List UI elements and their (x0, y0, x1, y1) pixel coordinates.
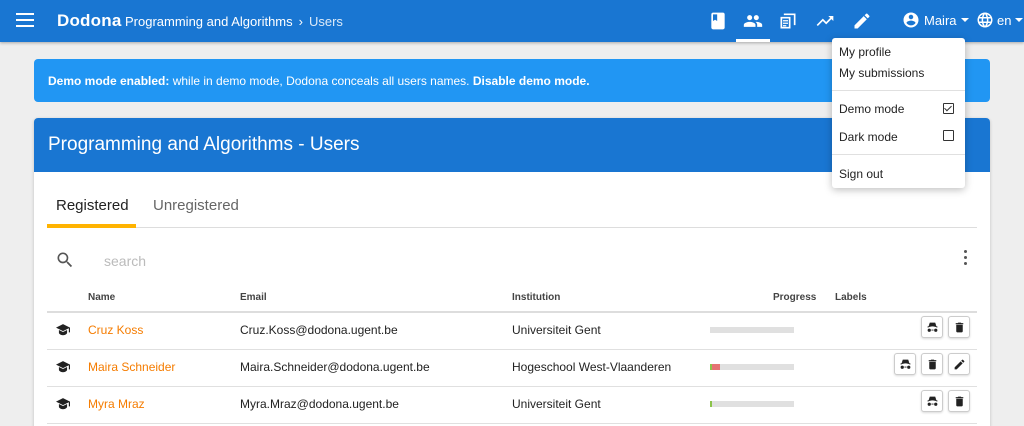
trending-icon[interactable] (815, 11, 835, 31)
graduation-cap-icon (56, 323, 70, 336)
user-name-link[interactable]: Myra Mraz (88, 397, 145, 411)
user-name: Maira (924, 12, 957, 28)
delete-button[interactable] (948, 316, 970, 338)
breadcrumb: Programming and Algorithms › Users (125, 14, 343, 29)
pencil-icon (954, 359, 964, 369)
language-label: en (997, 12, 1012, 28)
progress-bar (710, 327, 794, 333)
trash-icon (955, 396, 963, 406)
book-icon[interactable] (708, 11, 728, 31)
breadcrumb-current: Users (308, 14, 343, 29)
incognito-icon (899, 359, 911, 369)
user-institution: Universiteit Gent (512, 323, 601, 337)
menu-item-dark-mode[interactable]: Dark mode (839, 130, 898, 144)
column-header-progress: Progress (773, 292, 817, 303)
progress-wrong (711, 364, 721, 370)
top-bar: Dodona Programming and Algorithms › Users … (0, 0, 1024, 42)
trash-icon (928, 359, 936, 369)
delete-button[interactable] (921, 353, 943, 375)
tabs: Registered Unregistered (47, 188, 977, 228)
user-name-link[interactable]: Cruz Koss (88, 323, 143, 337)
globe-icon (977, 12, 993, 28)
account-circle-icon (903, 12, 919, 28)
user-menu-toggle[interactable]: Maira (902, 11, 969, 29)
active-tab-indicator (47, 224, 136, 228)
menu-divider (832, 90, 965, 91)
table-row: Cruz Koss Cruz.Koss@dodona.ugent.be Univ… (47, 312, 977, 349)
pencil-icon[interactable] (852, 11, 872, 31)
search-icon (55, 250, 75, 270)
hamburger-menu-icon[interactable] (16, 13, 34, 27)
row-divider (47, 423, 977, 424)
menu-divider (832, 154, 965, 155)
trash-icon (955, 322, 963, 332)
incognito-icon (926, 322, 938, 332)
language-toggle[interactable]: en (976, 11, 1024, 29)
progress-bar (710, 401, 794, 407)
impersonate-button[interactable] (921, 390, 943, 412)
chevron-right-icon: › (298, 14, 303, 29)
more-options-icon[interactable] (962, 250, 968, 268)
graduation-cap-icon (56, 397, 70, 410)
user-institution: Hogeschool West-Vlaanderen (512, 360, 672, 374)
edit-button[interactable] (948, 353, 970, 375)
menu-item-sign-out[interactable]: Sign out (839, 167, 883, 181)
table-row: Maira Schneider Maira.Schneider@dodona.u… (47, 349, 977, 386)
user-institution: Universiteit Gent (512, 397, 601, 411)
column-header-institution[interactable]: Institution (512, 292, 560, 303)
menu-item-demo-mode[interactable]: Demo mode (839, 102, 904, 116)
active-nav-indicator (736, 39, 770, 42)
people-icon[interactable] (743, 11, 763, 31)
user-email: Maira.Schneider@dodona.ugent.be (240, 360, 430, 374)
caret-down-icon (960, 18, 969, 22)
alert-text: while in demo mode, Dodona conceals all … (169, 74, 473, 88)
user-dropdown-menu: My profile My submissions Demo mode Dark… (832, 38, 965, 188)
disable-demo-mode-link[interactable]: Disable demo mode. (473, 74, 590, 88)
menu-item-my-submissions[interactable]: My submissions (839, 66, 924, 80)
delete-button[interactable] (948, 390, 970, 412)
column-header-labels: Labels (835, 292, 867, 303)
alert-strong-prefix: Demo mode enabled: (48, 74, 170, 88)
progress-correct (710, 401, 712, 407)
incognito-icon (926, 396, 938, 406)
user-name-link[interactable]: Maira Schneider (88, 360, 175, 374)
progress-bar (710, 364, 794, 370)
menu-item-my-profile[interactable]: My profile (839, 45, 891, 59)
submissions-icon[interactable] (778, 11, 798, 31)
table-row: Myra Mraz Myra.Mraz@dodona.ugent.be Univ… (47, 386, 977, 423)
tab-registered[interactable]: Registered (56, 197, 129, 214)
tab-unregistered[interactable]: Unregistered (153, 197, 239, 214)
search-input[interactable] (104, 250, 404, 272)
dark-mode-checkbox[interactable] (943, 130, 954, 141)
brand-logo[interactable]: Dodona (57, 11, 121, 31)
breadcrumb-course[interactable]: Programming and Algorithms (125, 14, 293, 29)
user-email: Myra.Mraz@dodona.ugent.be (240, 397, 399, 411)
graduation-cap-icon (56, 360, 70, 373)
caret-down-icon (1015, 18, 1024, 22)
impersonate-button[interactable] (894, 353, 916, 375)
demo-mode-checkbox[interactable] (943, 103, 954, 114)
column-header-email[interactable]: Email (240, 292, 267, 303)
impersonate-button[interactable] (921, 316, 943, 338)
user-email: Cruz.Koss@dodona.ugent.be (240, 323, 398, 337)
column-header-name[interactable]: Name (88, 292, 115, 303)
